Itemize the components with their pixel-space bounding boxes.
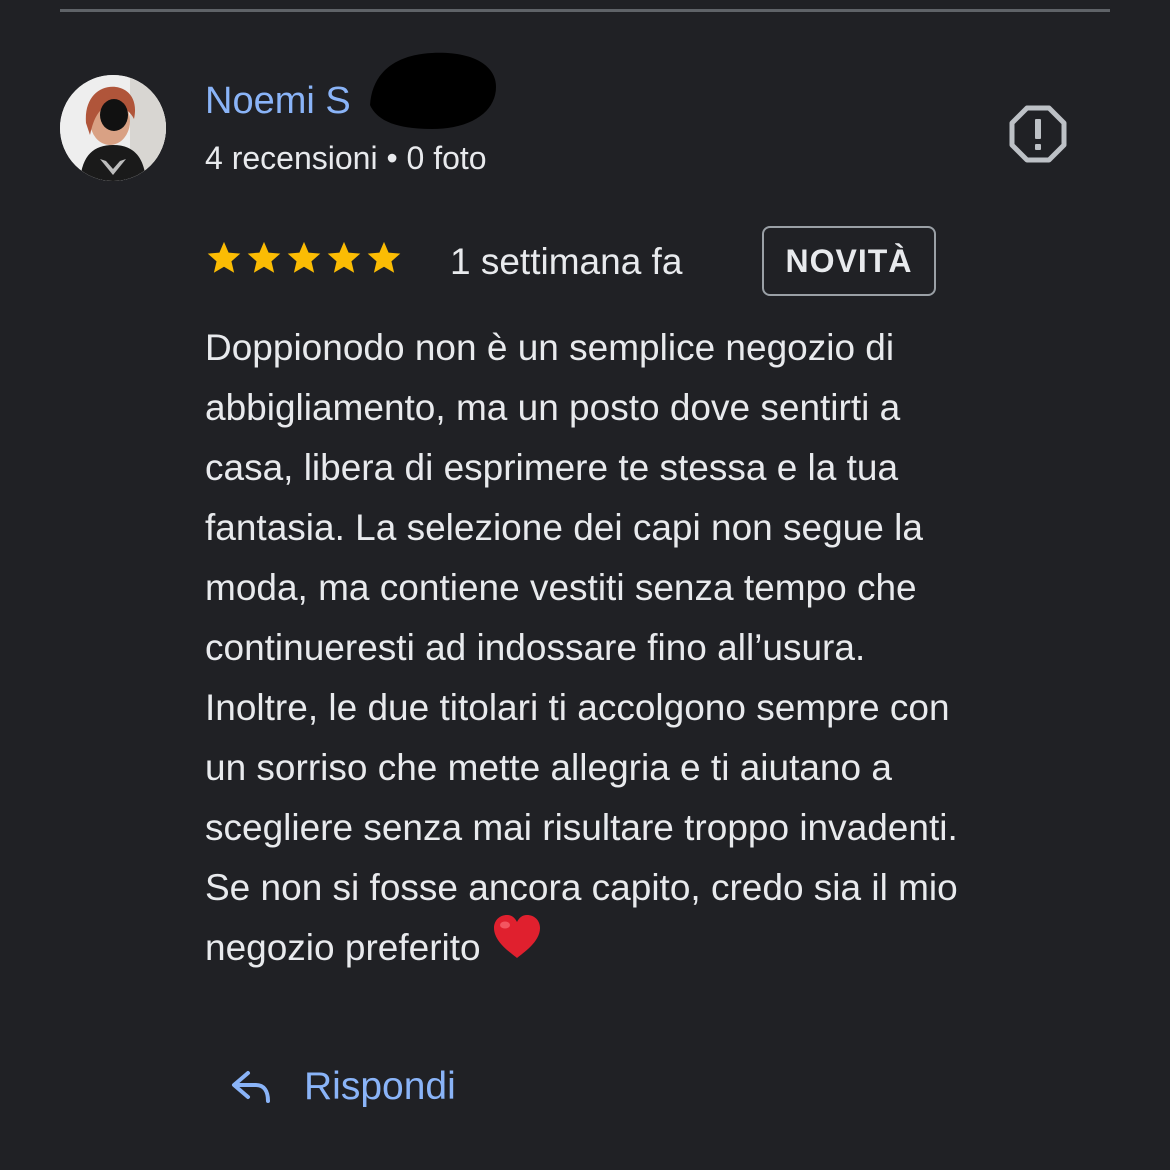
review-line: scegliere senza mai risultare troppo inv… bbox=[205, 807, 958, 848]
star-icon bbox=[207, 241, 241, 273]
redaction-scribble bbox=[370, 52, 496, 129]
star-icon bbox=[287, 241, 321, 273]
report-flag-icon[interactable] bbox=[1008, 104, 1068, 164]
reviewer-meta: 4 recensioni • 0 foto bbox=[205, 140, 487, 176]
review-line: negozio preferito bbox=[205, 927, 481, 968]
reply-button[interactable]: Rispondi bbox=[228, 1055, 456, 1119]
reply-label: Rispondi bbox=[304, 1065, 456, 1108]
review-line: Doppionodo non è un semplice negozio di bbox=[205, 327, 895, 368]
star-icon bbox=[367, 241, 401, 273]
star-rating bbox=[205, 239, 403, 277]
review-line: fantasia. La selezione dei capi non segu… bbox=[205, 507, 923, 548]
review-line: continueresti ad indossare fino all’usur… bbox=[205, 627, 866, 668]
top-divider bbox=[60, 9, 1110, 12]
review-line: abbigliamento, ma un posto dove sentirti… bbox=[205, 387, 901, 428]
review-line: Se non si fosse ancora capito, credo sia… bbox=[205, 867, 958, 908]
review-line: Inoltre, le due titolari ti accolgono se… bbox=[205, 687, 950, 728]
avatar-photo bbox=[60, 75, 166, 181]
review-text: Doppionodo non è un semplice negozio di … bbox=[205, 318, 1105, 980]
review-line: moda, ma contiene vestiti senza tempo ch… bbox=[205, 567, 917, 608]
reviewer-avatar[interactable] bbox=[60, 75, 166, 181]
review-last-line: negozio preferito bbox=[205, 915, 1105, 980]
review-line: un sorriso che mette allegria e ti aiuta… bbox=[205, 747, 892, 788]
review-line: casa, libera di esprimere te stessa e la… bbox=[205, 447, 899, 488]
reviewer-name[interactable]: Noemi S bbox=[205, 78, 351, 124]
red-heart-emoji bbox=[491, 912, 543, 980]
review-time: 1 settimana fa bbox=[450, 241, 683, 282]
star-icon bbox=[247, 241, 281, 273]
reply-arrow-icon bbox=[232, 1071, 270, 1103]
new-badge: NOVITÀ bbox=[762, 226, 936, 296]
star-icon bbox=[327, 241, 361, 273]
